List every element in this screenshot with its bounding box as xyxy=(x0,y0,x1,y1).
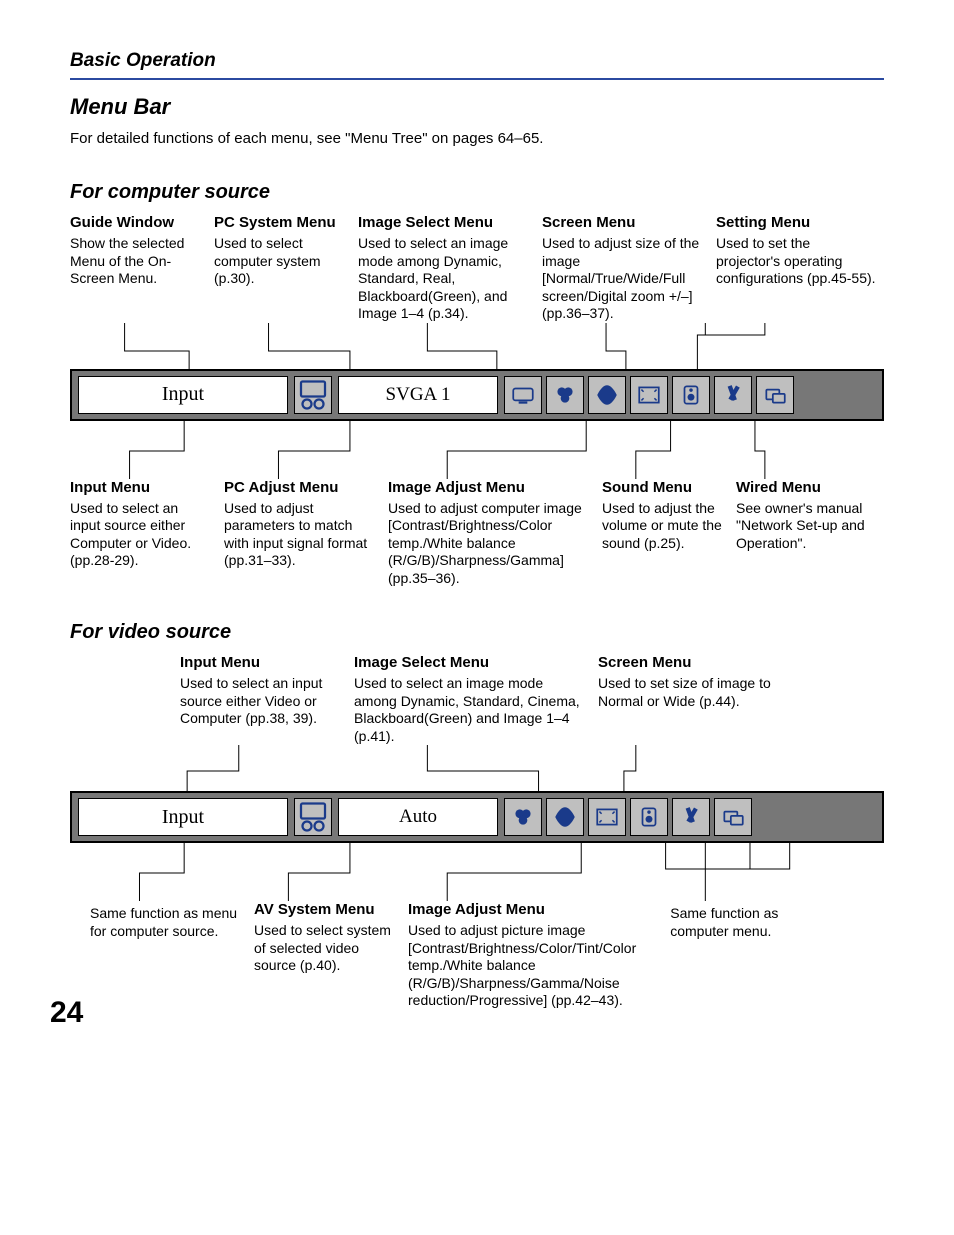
manual-page: Basic Operation Menu Bar For detailed fu… xyxy=(0,0,954,1050)
label-video-image-select-menu: Image Select Menu Used to select an imag… xyxy=(354,654,584,745)
setting-menu-icon xyxy=(672,798,710,836)
label-av-system-menu: AV System Menu Used to select system of … xyxy=(254,901,394,1010)
sound-menu-icon xyxy=(630,798,668,836)
label-video-same-as-computer-right: Same function as computer menu. xyxy=(650,901,810,1010)
image-adjust-icon xyxy=(588,376,626,414)
mode-box-video: Auto xyxy=(338,798,498,836)
label-video-screen-menu: Screen Menu Used to set size of image to… xyxy=(598,654,778,745)
screen-menu-icon xyxy=(588,798,626,836)
label-video-same-as-computer-left: Same function as menu for computer sourc… xyxy=(90,901,240,1010)
callout-lines-video-top xyxy=(70,745,884,791)
callout-lines-bottom xyxy=(70,421,884,479)
pc-system-icon xyxy=(294,376,332,414)
label-guide-window: Guide Window Show the selected Menu of t… xyxy=(70,214,200,323)
page-title: Menu Bar xyxy=(70,94,884,120)
video-top-labels: Input Menu Used to select an input sourc… xyxy=(70,654,884,745)
label-pc-adjust-menu: PC Adjust Menu Used to adjust parameters… xyxy=(224,479,374,588)
pc-adjust-icon xyxy=(504,376,542,414)
computer-top-labels: Guide Window Show the selected Menu of t… xyxy=(70,214,884,323)
screen-menu-icon xyxy=(630,376,668,414)
menu-icons-row-video xyxy=(504,798,752,836)
label-image-select-menu: Image Select Menu Used to select an imag… xyxy=(358,214,528,323)
wired-menu-icon xyxy=(714,798,752,836)
video-source-heading: For video source xyxy=(70,621,884,644)
page-number: 24 xyxy=(50,996,83,1030)
menu-icons-row xyxy=(504,376,794,414)
divider xyxy=(70,78,884,80)
section-kicker: Basic Operation xyxy=(70,50,884,72)
label-wired-menu: Wired Menu See owner's manual "Network S… xyxy=(736,479,886,588)
menubar-computer: Input SVGA 1 xyxy=(70,369,884,421)
guide-window-box-video: Input xyxy=(78,798,288,836)
label-video-input-menu: Input Menu Used to select an input sourc… xyxy=(180,654,340,745)
callout-lines-top xyxy=(70,323,884,369)
mode-box: SVGA 1 xyxy=(338,376,498,414)
label-image-adjust-menu: Image Adjust Menu Used to adjust compute… xyxy=(388,479,588,588)
label-setting-menu: Setting Menu Used to set the projector's… xyxy=(716,214,876,323)
image-select-icon xyxy=(546,376,584,414)
label-video-image-adjust-menu: Image Adjust Menu Used to adjust picture… xyxy=(408,901,636,1010)
wired-menu-icon xyxy=(756,376,794,414)
av-system-icon xyxy=(294,798,332,836)
label-sound-menu: Sound Menu Used to adjust the volume or … xyxy=(602,479,722,588)
computer-source-heading: For computer source xyxy=(70,181,884,204)
callout-lines-video-bottom xyxy=(70,843,884,901)
image-adjust-icon xyxy=(546,798,584,836)
image-select-icon xyxy=(504,798,542,836)
video-bottom-labels: Same function as menu for computer sourc… xyxy=(70,901,884,1010)
setting-menu-icon xyxy=(714,376,752,414)
label-pc-system-menu: PC System Menu Used to select computer s… xyxy=(214,214,344,323)
menubar-video: Input Auto xyxy=(70,791,884,843)
sound-menu-icon xyxy=(672,376,710,414)
label-screen-menu: Screen Menu Used to adjust size of the i… xyxy=(542,214,702,323)
computer-bottom-labels: Input Menu Used to select an input sourc… xyxy=(70,479,884,588)
label-input-menu: Input Menu Used to select an input sourc… xyxy=(70,479,210,588)
guide-window-box: Input xyxy=(78,376,288,414)
intro-text: For detailed functions of each menu, see… xyxy=(70,130,884,147)
